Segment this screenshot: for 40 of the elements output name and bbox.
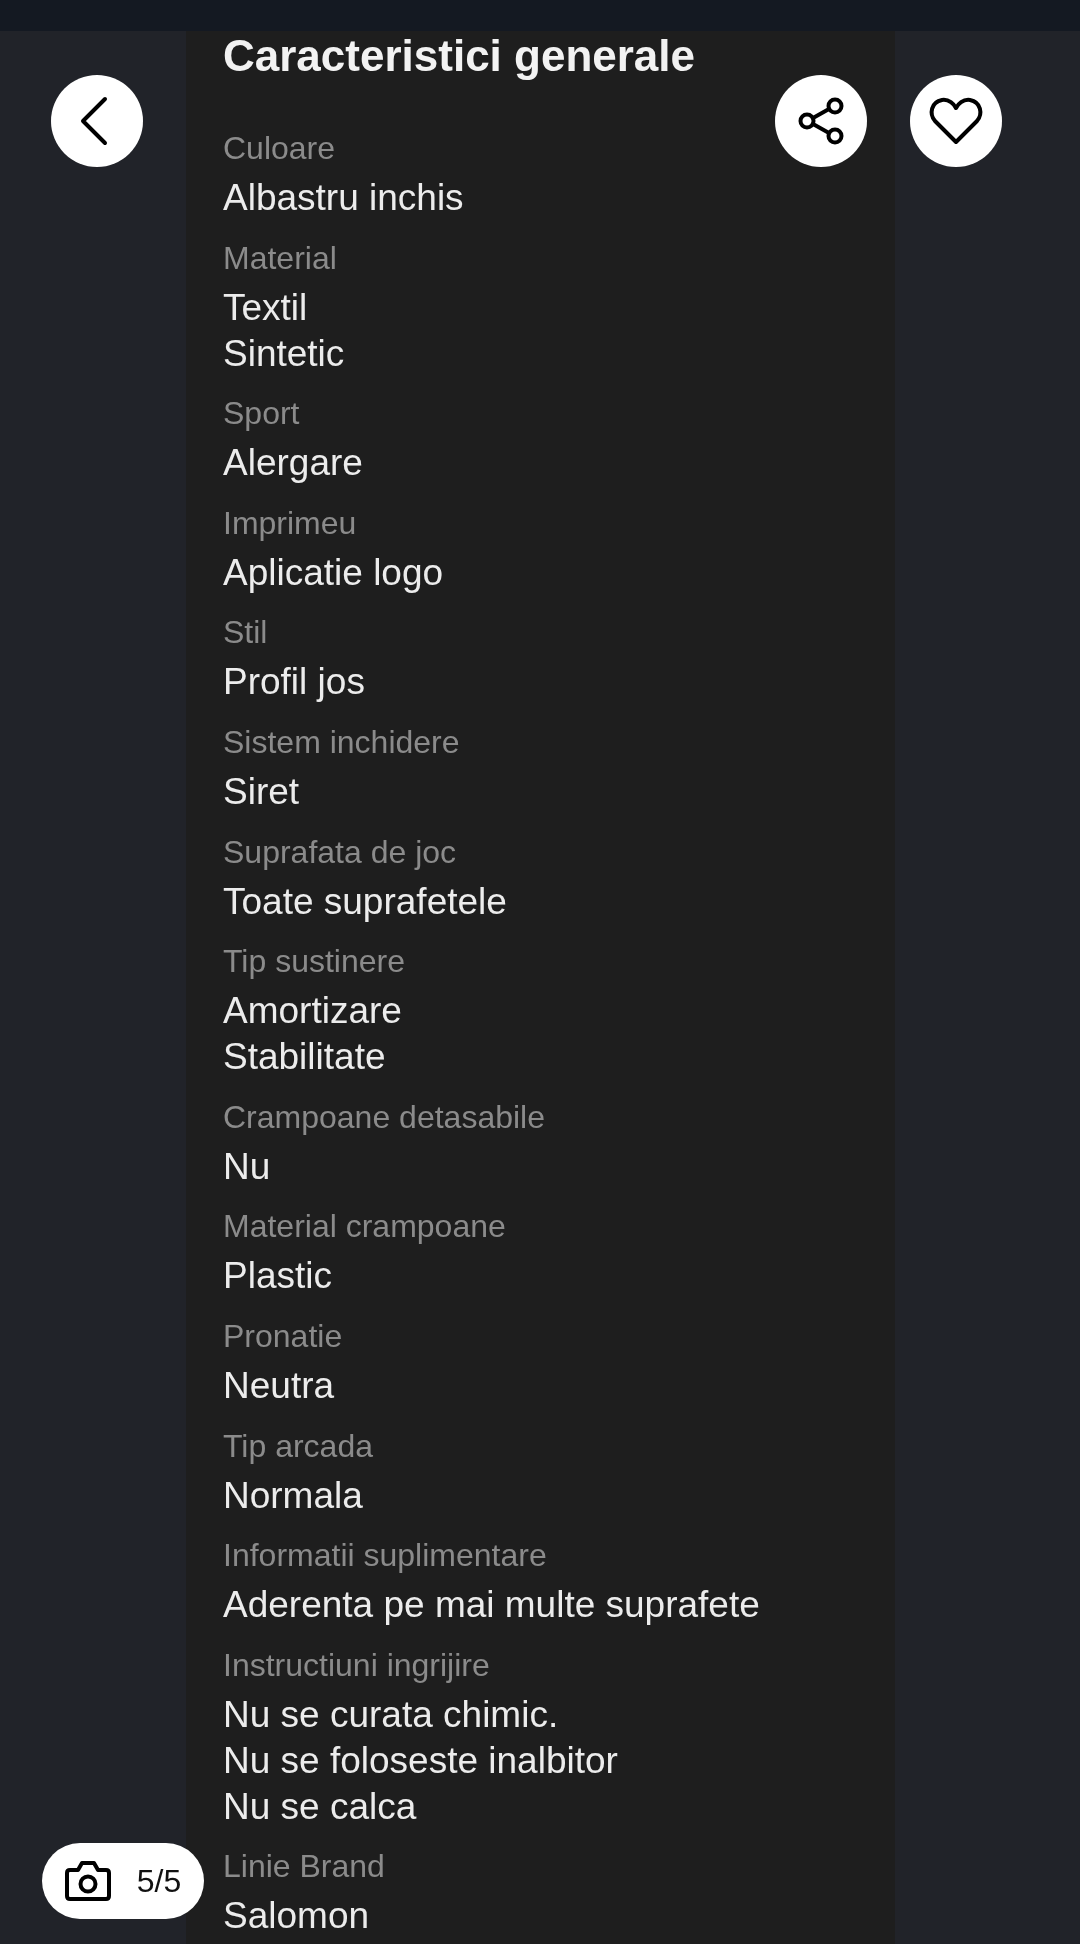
back-icon [80,96,108,146]
spec-value: Profil jos [223,660,365,705]
spec-value: Neutra [223,1363,335,1408]
spec-value: Toate suprafetele [223,879,507,924]
spec-value: Normala [223,1473,363,1518]
share-icon [798,97,844,145]
spec-label: Instructiuni ingrijire [223,1645,490,1685]
spec-label: Suprafata de joc [223,832,457,872]
spec-label: Imprimeu [223,503,357,543]
spec-value: Aderenta pe mai multe suprafete [223,1583,760,1628]
spec-value: Alergare [223,441,363,486]
spec-label: Sistem inchidere [223,722,460,762]
spec-value: Sintetic [223,331,345,376]
photo-count: 5/5 [136,1862,182,1900]
spec-label: Pronatie [223,1316,343,1356]
spec-value: Plastic [223,1254,332,1299]
spec-label: Crampoane detasabile [223,1097,545,1137]
spec-value: Amortizare [223,989,402,1034]
spec-label: Culoare [223,129,336,168]
spec-label: Tip sustinere [223,942,405,982]
spec-value: Nu se foloseste inalbitor [223,1738,618,1783]
section-title: Caracteristici generale [223,31,696,81]
spec-label: Informatii suplimentare [223,1536,547,1576]
spec-label: Material crampoane [223,1207,506,1247]
spec-label: Sport [223,394,300,434]
spec-value: Nu se curata chimic. [223,1692,559,1737]
spec-value: Textil [223,285,308,330]
heart-icon [928,96,984,146]
spec-value: Albastru inchis [223,176,464,220]
spec-value: Aplicatie logo [223,550,444,595]
spec-label: Stil [223,613,268,653]
spec-value: Salomon [223,1894,370,1939]
camera-icon [64,1861,111,1901]
spec-label: Tip arcada [223,1426,373,1466]
spec-label: Linie Brand [223,1847,385,1887]
spec-value: Siret [223,769,300,814]
spec-value: Stabilitate [223,1035,386,1080]
spec-value: Nu [223,1144,271,1189]
spec-value: Nu se calca [223,1784,417,1829]
spec-label: Material [223,238,337,278]
